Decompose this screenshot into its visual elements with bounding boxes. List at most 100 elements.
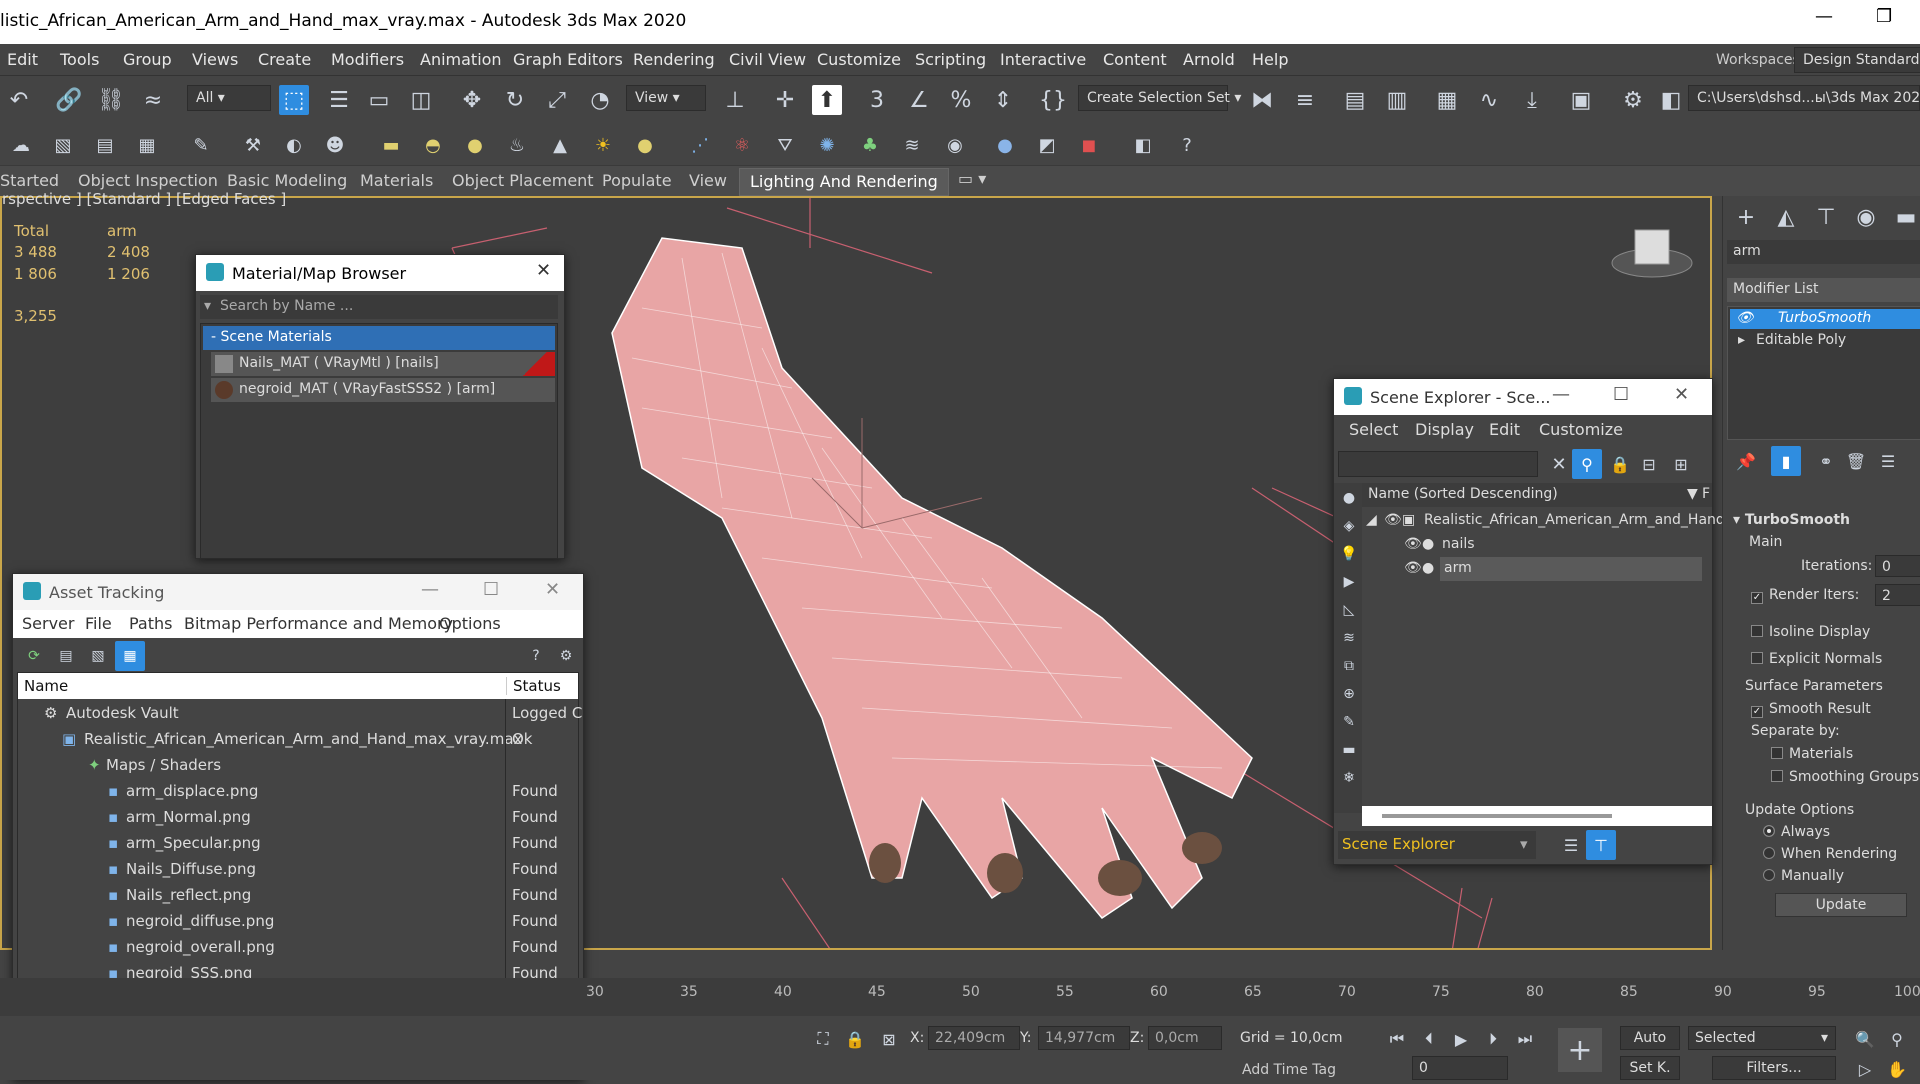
groups-filter-icon[interactable]: ⧉ bbox=[1334, 651, 1364, 681]
z-coordinate-field[interactable]: 0,0cm bbox=[1148, 1026, 1222, 1050]
checkbox-unchecked[interactable] bbox=[1751, 652, 1763, 664]
move-icon[interactable]: ✥ bbox=[457, 85, 487, 115]
close-icon[interactable]: ✕ bbox=[536, 260, 551, 281]
x-coordinate-field[interactable]: 22,409cm bbox=[928, 1026, 1020, 1050]
proxy-icon[interactable]: ⛛ bbox=[770, 130, 800, 160]
molecule-icon[interactable]: ⚛ bbox=[727, 130, 757, 160]
percent-snap-icon[interactable]: % bbox=[946, 85, 976, 115]
y-coordinate-field[interactable]: 14,977cm bbox=[1038, 1026, 1130, 1050]
scene-search-input[interactable] bbox=[1338, 451, 1538, 477]
menu-civil-view[interactable]: Civil View bbox=[729, 50, 806, 69]
menu-select[interactable]: Select bbox=[1349, 420, 1398, 439]
explicit-normals-checkbox[interactable]: Explicit Normals bbox=[1751, 651, 1882, 667]
checkbox-checked[interactable]: ✓ bbox=[1751, 706, 1763, 718]
scale-icon[interactable]: ⤢ bbox=[542, 85, 572, 115]
when-rendering-radio[interactable]: When Rendering bbox=[1763, 846, 1897, 862]
minimize-icon[interactable]: — bbox=[1552, 384, 1570, 405]
tool-icon[interactable]: ⚒ bbox=[238, 130, 268, 160]
scene-materials-group[interactable]: - Scene Materials bbox=[203, 326, 555, 350]
manually-radio[interactable]: Manually bbox=[1763, 868, 1844, 884]
render-icon[interactable]: ◼ bbox=[1074, 130, 1104, 160]
dome-light-icon[interactable]: ◓ bbox=[418, 130, 448, 160]
ribbon-options-icon[interactable]: ▭ ▾ bbox=[958, 169, 986, 188]
menu-group[interactable]: Group bbox=[123, 50, 172, 69]
cloud-icon[interactable]: ☁ bbox=[6, 130, 36, 160]
table-row[interactable]: ▪ arm_Normal.png Found bbox=[18, 805, 578, 831]
menu-help[interactable]: Help bbox=[1252, 50, 1288, 69]
material-ball-icon[interactable]: ● bbox=[990, 130, 1020, 160]
help-icon[interactable]: ? bbox=[1172, 130, 1202, 160]
table-row[interactable]: ✦ Maps / Shaders bbox=[18, 753, 578, 779]
go-to-start-icon[interactable]: ⏮ bbox=[1382, 1024, 1412, 1054]
render-iters-spinner[interactable]: 2 bbox=[1875, 584, 1920, 606]
zoom-all-icon[interactable]: ⚲ bbox=[1882, 1024, 1912, 1054]
list-icon[interactable]: ▤ bbox=[90, 130, 120, 160]
spacewarps-filter-icon[interactable]: ≋ bbox=[1334, 623, 1364, 653]
checkbox-unchecked[interactable] bbox=[1751, 625, 1763, 637]
vfb-icon[interactable]: ◩ bbox=[1032, 130, 1062, 160]
eye-icon[interactable]: 👁 bbox=[1404, 536, 1422, 552]
menu-graph-editors[interactable]: Graph Editors bbox=[513, 50, 623, 69]
set-key-button[interactable]: Set K. bbox=[1620, 1056, 1680, 1080]
eye-icon[interactable]: 👁 bbox=[1404, 560, 1422, 576]
menu-customize[interactable]: Customize bbox=[817, 50, 901, 69]
lock-icon[interactable]: 🔒 bbox=[1605, 449, 1635, 479]
filter-icon[interactable]: ⚲ bbox=[1572, 449, 1602, 479]
sphere-light-icon[interactable]: ● bbox=[460, 130, 490, 160]
motion-tab-icon[interactable]: ◉ bbox=[1851, 202, 1881, 232]
menu-customize[interactable]: Customize bbox=[1539, 420, 1623, 439]
smooth-result-checkbox[interactable]: ✓ Smooth Result bbox=[1751, 701, 1871, 718]
layers-icon[interactable]: ☰ bbox=[1556, 830, 1586, 860]
col-name[interactable]: Name bbox=[24, 677, 68, 695]
layer-explorer-icon[interactable]: ▥ bbox=[1382, 85, 1412, 115]
image-icon[interactable]: ▧ bbox=[48, 130, 78, 160]
minimize-icon[interactable]: — bbox=[1815, 6, 1833, 27]
tab-populate[interactable]: Populate bbox=[602, 171, 672, 190]
collapse-icon[interactable]: ◢ bbox=[1366, 512, 1377, 528]
menu-scripting[interactable]: Scripting bbox=[915, 50, 986, 69]
spinner-snap-icon[interactable]: ⇕ bbox=[988, 85, 1018, 115]
selection-filter-dropdown[interactable]: All ▾ bbox=[187, 85, 271, 111]
maximize-icon[interactable]: ☐ bbox=[483, 579, 499, 600]
manipulate-icon[interactable]: ✛ bbox=[770, 85, 800, 115]
always-radio[interactable]: Always bbox=[1763, 824, 1830, 840]
radio-unselected[interactable] bbox=[1763, 869, 1775, 881]
menu-content[interactable]: Content bbox=[1103, 50, 1167, 69]
expand-icon[interactable]: ⊞ bbox=[1666, 449, 1696, 479]
next-frame-icon[interactable]: ⏵ bbox=[1478, 1024, 1508, 1054]
schematic-view-icon[interactable]: ⤓ bbox=[1517, 85, 1547, 115]
menu-tools[interactable]: Tools bbox=[60, 50, 99, 69]
col-status[interactable]: Status bbox=[506, 677, 561, 695]
menu-animation[interactable]: Animation bbox=[420, 50, 502, 69]
menu-views[interactable]: Views bbox=[192, 50, 238, 69]
key-filters-button[interactable]: Filters... bbox=[1712, 1056, 1836, 1080]
minimize-icon[interactable]: — bbox=[421, 579, 439, 600]
rotate-icon[interactable]: ↻ bbox=[500, 85, 530, 115]
cosmos-icon[interactable]: ◉ bbox=[940, 130, 970, 160]
xrefs-filter-icon[interactable]: ⊕ bbox=[1334, 679, 1364, 709]
menu-display[interactable]: Display bbox=[1415, 420, 1474, 439]
remove-modifier-icon[interactable]: 🗑 bbox=[1841, 446, 1871, 476]
menu-rendering[interactable]: Rendering bbox=[633, 50, 715, 69]
palette-icon[interactable]: ✎ bbox=[186, 130, 216, 160]
set-key-icon[interactable]: + bbox=[1558, 1028, 1602, 1072]
table-row[interactable]: ⚙ Autodesk Vault Logged C bbox=[18, 701, 582, 727]
material-item-nails[interactable]: Nails_MAT ( VRayMtl ) [nails] bbox=[211, 352, 555, 376]
radio-selected[interactable] bbox=[1763, 825, 1775, 837]
ambient-light-icon[interactable]: ● bbox=[630, 130, 660, 160]
selection-lock-icon[interactable]: 🔒 bbox=[840, 1024, 870, 1054]
checkbox-unchecked[interactable] bbox=[1771, 747, 1783, 759]
keyboard-shortcut-icon[interactable]: ⬆ bbox=[812, 85, 842, 115]
rollout-turbosmooth[interactable]: ▾ TurboSmooth bbox=[1733, 512, 1850, 528]
tab-object-placement[interactable]: Object Placement bbox=[452, 171, 594, 190]
reference-coord-dropdown[interactable]: View ▾ bbox=[626, 85, 706, 111]
list-view-icon[interactable]: ▤ bbox=[51, 641, 81, 671]
lights-filter-icon[interactable]: 💡 bbox=[1334, 539, 1364, 569]
bones-filter-icon[interactable]: ✎ bbox=[1334, 707, 1364, 737]
smoothing-groups-checkbox[interactable]: Smoothing Groups bbox=[1771, 769, 1919, 785]
stack-item-editable-poly[interactable]: ▸ Editable Poly bbox=[1730, 331, 1920, 351]
checkbox-checked[interactable]: ✓ bbox=[1751, 592, 1763, 604]
update-button[interactable]: Update bbox=[1775, 893, 1907, 917]
tab-lighting-and-rendering[interactable]: Lighting And Rendering bbox=[739, 168, 949, 196]
tab-object-inspection[interactable]: Object Inspection bbox=[78, 171, 218, 190]
